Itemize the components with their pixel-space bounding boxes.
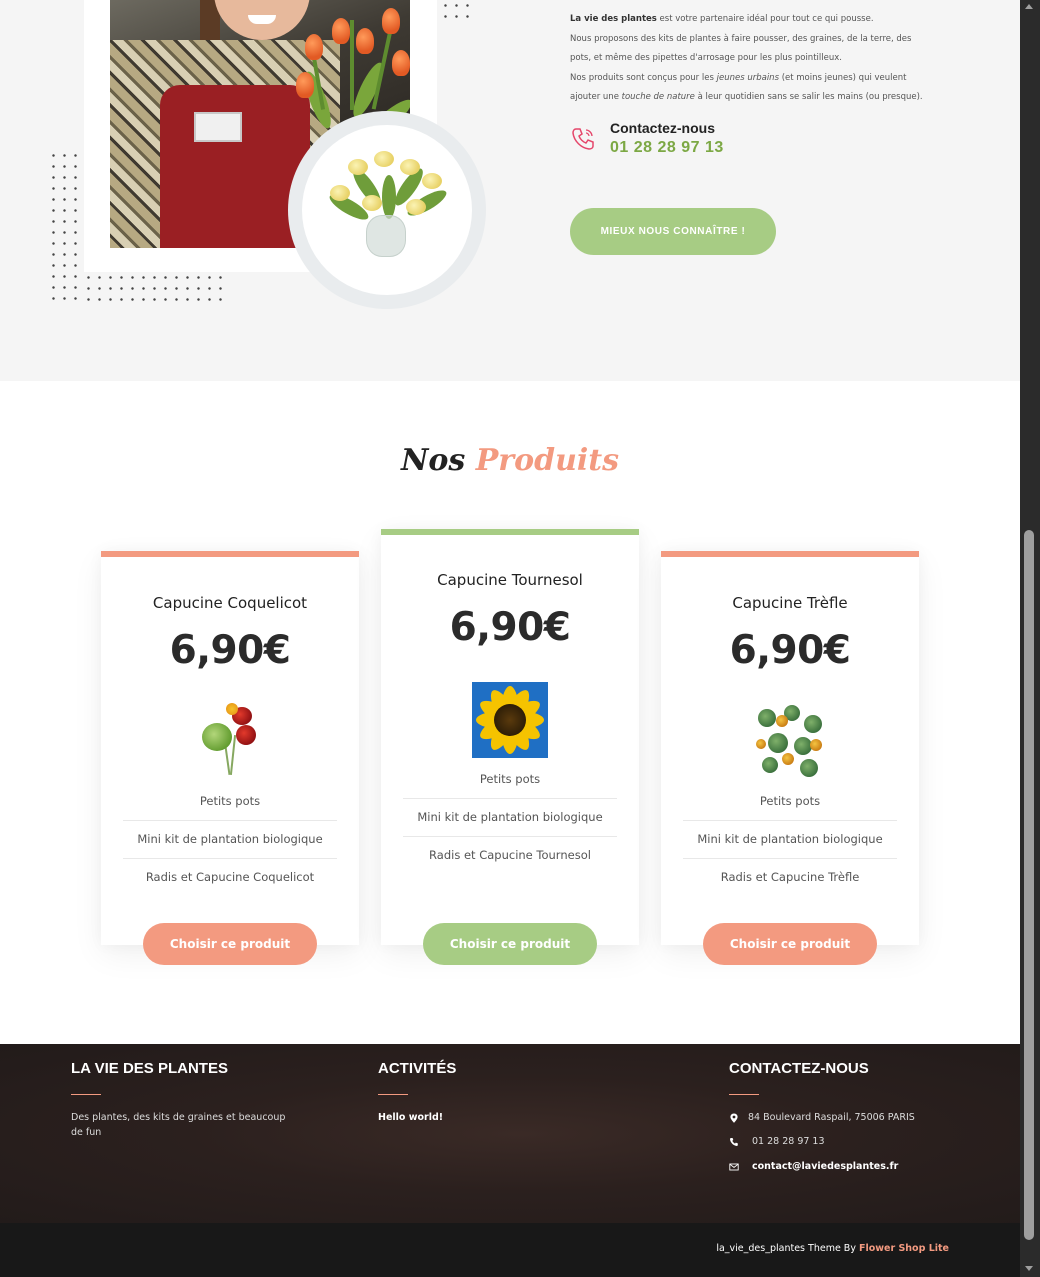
product-name: Capucine Trèfle <box>732 594 848 612</box>
product-feature: Radis et Capucine Coquelicot <box>145 870 315 884</box>
scrollbar-thumb[interactable] <box>1024 530 1034 1240</box>
choose-product-button[interactable]: Choisir ce produit <box>703 923 877 965</box>
choose-product-button[interactable]: Choisir ce produit <box>143 923 317 965</box>
product-price: 6,90€ <box>169 628 291 673</box>
theme-credits: la_vie_des_plantes Theme By Flower Shop … <box>716 1243 949 1254</box>
copyright-bar: la_vie_des_plantes Theme By Flower Shop … <box>0 1223 1020 1277</box>
product-card-featured: Capucine Tournesol 6,90€ Petits pots Min… <box>381 529 639 945</box>
product-image <box>192 699 268 775</box>
products-section: Nos Produits Capucine Coquelicot 6,90€ P… <box>0 381 1020 1044</box>
product-price: 6,90€ <box>729 628 851 673</box>
product-price: 6,90€ <box>449 605 571 650</box>
map-pin-icon <box>730 1113 738 1123</box>
dot-pattern <box>83 272 223 302</box>
theme-link[interactable]: Flower Shop Lite <box>859 1243 949 1254</box>
footer-address: 84 Boulevard Raspail, 75006 PARIS <box>748 1112 915 1123</box>
site-footer: LA VIE DES PLANTES Des plantes, des kits… <box>0 1044 1020 1223</box>
product-image <box>472 682 548 758</box>
product-image <box>754 703 826 779</box>
mail-icon <box>729 1163 739 1171</box>
footer-rule <box>71 1094 101 1095</box>
vertical-scrollbar[interactable] <box>1020 0 1040 1277</box>
contact-phone[interactable]: 01 28 28 97 13 <box>610 139 724 157</box>
product-feature: Petits pots <box>199 794 261 808</box>
bouquet-image <box>302 125 472 295</box>
footer-about-text: Des plantes, des kits de graines et beau… <box>71 1112 286 1138</box>
dot-pattern <box>440 0 473 20</box>
about-section: La vie des plantes est votre partenaire … <box>0 0 1020 381</box>
phone-small-icon <box>730 1138 738 1146</box>
card-accent-bar <box>661 551 919 557</box>
footer-rule <box>729 1094 759 1095</box>
page-viewport: La vie des plantes est votre partenaire … <box>0 0 1020 1277</box>
product-feature: Mini kit de plantation biologique <box>697 832 883 846</box>
footer-contact-title: CONTACTEZ-NOUS <box>729 1060 869 1077</box>
products-heading: Nos Produits <box>400 443 620 478</box>
about-us-button[interactable]: MIEUX NOUS CONNAÎTRE ! <box>570 208 776 255</box>
product-feature: Radis et Capucine Trèfle <box>720 870 860 884</box>
footer-activities-title: ACTIVITÉS <box>378 1060 457 1077</box>
footer-email[interactable]: contact@laviedesplantes.fr <box>752 1159 898 1174</box>
footer-post-link[interactable]: Hello world! <box>378 1110 443 1125</box>
scroll-down-arrow-icon[interactable] <box>1025 1266 1033 1271</box>
about-description: La vie des plantes est votre partenaire … <box>570 14 923 102</box>
card-accent-bar <box>381 529 639 535</box>
scroll-up-arrow-icon[interactable] <box>1025 4 1033 9</box>
footer-rule <box>378 1094 408 1095</box>
product-feature: Petits pots <box>759 794 821 808</box>
product-feature: Radis et Capucine Tournesol <box>429 848 591 862</box>
product-card: Capucine Coquelicot 6,90€ Petits pots Mi… <box>101 551 359 945</box>
product-feature: Petits pots <box>479 772 541 786</box>
contact-label: Contactez-nous <box>610 120 715 136</box>
dot-pattern <box>48 150 83 300</box>
product-name: Capucine Coquelicot <box>152 594 308 612</box>
footer-phone[interactable]: 01 28 28 97 13 <box>752 1134 825 1149</box>
product-feature: Mini kit de plantation biologique <box>417 810 603 824</box>
product-card: Capucine Trèfle 6,90€ Petits pots Mini k… <box>661 551 919 945</box>
footer-about-title: LA VIE DES PLANTES <box>71 1060 228 1077</box>
brand-name: La vie des plantes <box>570 14 657 24</box>
phone-icon <box>572 128 594 150</box>
product-feature: Mini kit de plantation biologique <box>137 832 323 846</box>
choose-product-button[interactable]: Choisir ce produit <box>423 923 597 965</box>
product-name: Capucine Tournesol <box>437 571 583 589</box>
card-accent-bar <box>101 551 359 557</box>
